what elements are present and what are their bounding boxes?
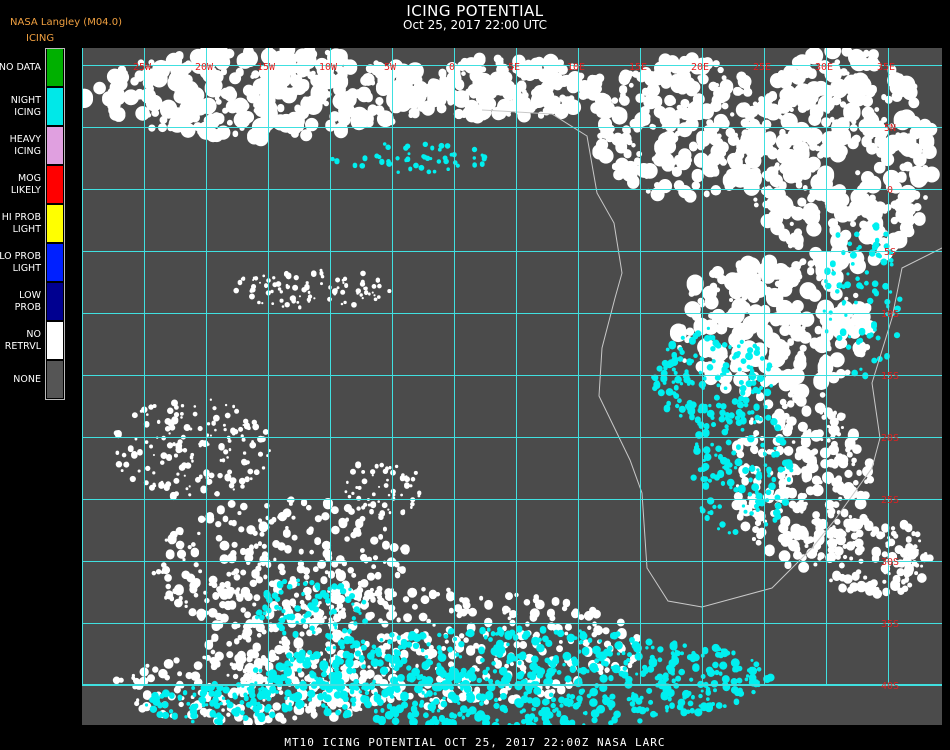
- legend-swatch: [46, 204, 64, 243]
- lat-label: 5S: [884, 247, 896, 258]
- footer-caption: MT10 ICING POTENTIAL OCT 25, 2017 22:00Z…: [284, 736, 666, 749]
- lat-label: 30S: [881, 557, 899, 568]
- legend-swatch: [46, 360, 64, 399]
- lat-label: 10S: [881, 309, 899, 320]
- lon-label: 10E: [567, 62, 585, 73]
- lon-label: 15E: [629, 62, 647, 73]
- legend-label-line: HEAVY: [9, 133, 41, 145]
- lon-label: 20W: [195, 62, 214, 73]
- legend-label-line: LIGHT: [12, 262, 41, 274]
- lat-label: 25S: [881, 495, 899, 506]
- lon-label: 25W: [133, 62, 152, 73]
- legend-label-line: NO: [26, 328, 41, 340]
- map-panel: 25W 20W 15W 10W 5W 0 5E 10E 15E 20E 25E 30E 35E 5N 0 5S…: [82, 48, 942, 725]
- legend-item: MOG LIKELY: [0, 165, 66, 204]
- lat-label: 5N: [884, 123, 896, 134]
- lon-label: 30E: [815, 62, 833, 73]
- legend-item: NO DATA: [0, 48, 66, 87]
- legend-label: MOG LIKELY: [0, 165, 41, 204]
- legend-title: ICING: [26, 33, 55, 44]
- legend-label-line: NIGHT: [10, 94, 41, 106]
- legend-label-line: ICING: [14, 145, 41, 157]
- legend-label: LO PROB LIGHT: [0, 243, 41, 282]
- lat-label: 35S: [881, 619, 899, 630]
- legend-label-line: PROB: [14, 301, 41, 313]
- legend-label: LOW PROB: [0, 282, 41, 321]
- brand-label: NASA Langley (M04.0): [10, 17, 122, 28]
- legend-label-line: MOG: [17, 172, 41, 184]
- legend-swatch: [46, 243, 64, 282]
- lon-label: 5W: [384, 62, 397, 73]
- legend-label: NIGHT ICING: [0, 87, 41, 126]
- legend-label-line: HI PROB: [1, 211, 41, 223]
- lat-label: 40S: [881, 681, 899, 692]
- lat-label: 0: [887, 185, 893, 196]
- lat-label: 15S: [881, 371, 899, 382]
- legend-label-line: LIKELY: [10, 184, 41, 196]
- lon-label: 25E: [753, 62, 771, 73]
- legend: NO DATA NIGHT ICING HEAVY ICING MOG LIKELY HI P…: [0, 48, 66, 399]
- legend-label-line: LOW: [19, 289, 41, 301]
- legend-item: NONE: [0, 360, 66, 399]
- legend-item: LOW PROB: [0, 282, 66, 321]
- lon-label: 15W: [257, 62, 276, 73]
- map-svg: 25W 20W 15W 10W 5W 0 5E 10E 15E 20E 25E 30E 35E 5N 0 5S…: [82, 48, 942, 725]
- legend-swatch: [46, 282, 64, 321]
- legend-swatch: [46, 165, 64, 204]
- lon-label: 20E: [691, 62, 709, 73]
- legend-item: HEAVY ICING: [0, 126, 66, 165]
- legend-item: NO RETRVL: [0, 321, 66, 360]
- legend-swatch: [46, 87, 64, 126]
- legend-item: HI PROB LIGHT: [0, 204, 66, 243]
- legend-label-line: LO PROB: [0, 250, 41, 262]
- legend-swatch: [46, 48, 64, 87]
- lon-label: 35E: [877, 62, 895, 73]
- lat-label: 20S: [881, 433, 899, 444]
- legend-item: LO PROB LIGHT: [0, 243, 66, 282]
- legend-swatch: [46, 321, 64, 360]
- legend-label: NO RETRVL: [0, 321, 41, 360]
- lon-label: 0: [449, 62, 455, 73]
- legend-label: NONE: [0, 360, 41, 399]
- legend-label-line: RETRVL: [4, 340, 41, 352]
- legend-label-line: NO DATA: [0, 61, 41, 73]
- lon-label: 5E: [508, 62, 520, 73]
- legend-label: HI PROB LIGHT: [0, 204, 41, 243]
- header-subtitle: Oct 25, 2017 22:00 UTC: [403, 18, 547, 32]
- legend-label: NO DATA: [0, 48, 41, 87]
- legend-label-line: LIGHT: [12, 223, 41, 235]
- legend-swatch: [46, 126, 64, 165]
- legend-label-line: NONE: [13, 373, 41, 385]
- legend-label-line: ICING: [14, 106, 41, 118]
- lon-label: 10W: [319, 62, 338, 73]
- legend-label: HEAVY ICING: [0, 126, 41, 165]
- legend-item: NIGHT ICING: [0, 87, 66, 126]
